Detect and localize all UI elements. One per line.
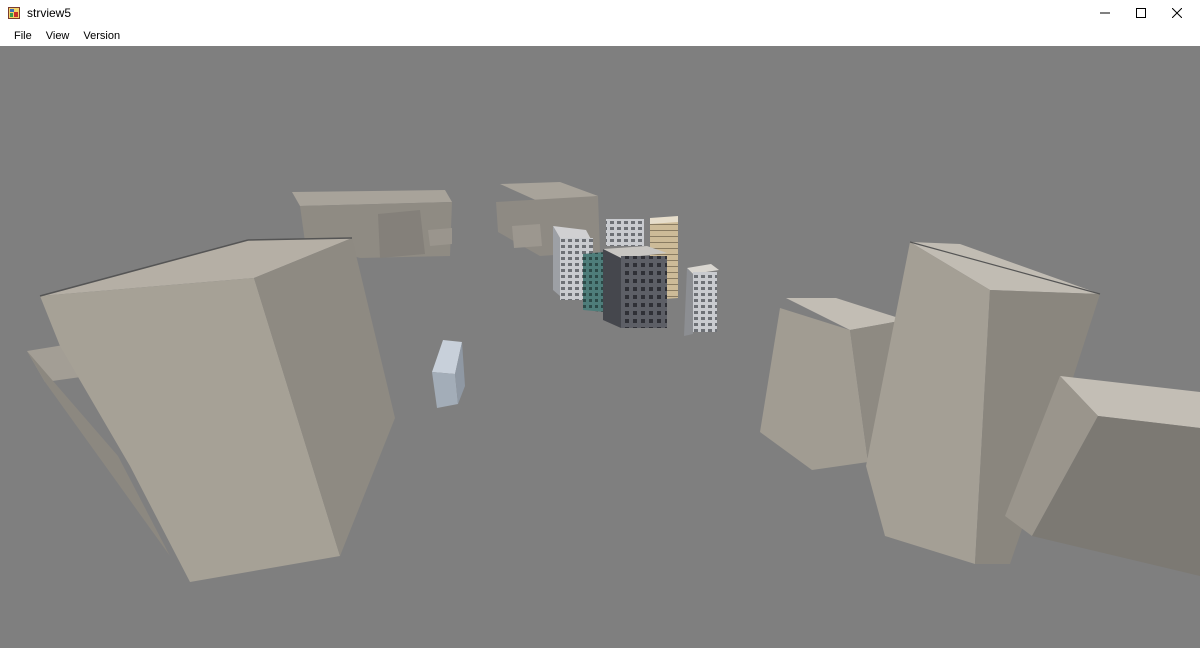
maximize-icon — [1136, 8, 1146, 18]
large-building-left — [27, 237, 395, 582]
menu-view[interactable]: View — [39, 26, 77, 46]
office-building — [684, 264, 719, 336]
app-window: strview5 File View Version — [0, 0, 1200, 648]
small-building — [432, 340, 465, 408]
close-icon — [1172, 8, 1182, 18]
office-building — [603, 246, 667, 328]
city-scene — [27, 182, 1200, 582]
menu-version[interactable]: Version — [76, 26, 127, 46]
office-building — [583, 252, 605, 312]
3d-viewport[interactable] — [0, 46, 1200, 648]
menu-file[interactable]: File — [7, 26, 39, 46]
minimize-icon — [1100, 12, 1110, 14]
menu-bar: File View Version — [0, 26, 1200, 46]
app-icon — [8, 7, 20, 19]
close-button[interactable] — [1159, 0, 1195, 26]
minimize-button[interactable] — [1087, 0, 1123, 26]
office-building — [606, 219, 644, 246]
title-bar[interactable]: strview5 — [0, 0, 1200, 26]
maximize-button[interactable] — [1123, 0, 1159, 26]
window-title: strview5 — [27, 6, 72, 20]
